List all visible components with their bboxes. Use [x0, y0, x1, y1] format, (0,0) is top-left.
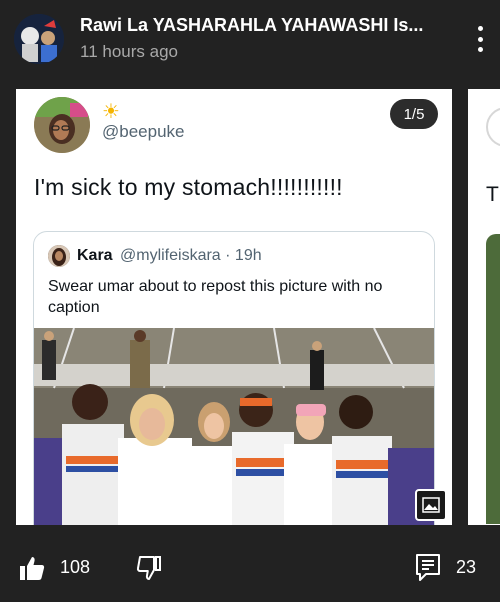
gallery-icon[interactable] [415, 489, 447, 521]
post-timestamp: 11 hours ago [80, 42, 178, 61]
sun-emoji: ☀ [102, 101, 120, 123]
like-count: 108 [60, 557, 91, 577]
post-image-card[interactable]: ☀ @beepuke 1/5 I'm sick to my stomach!!!… [16, 89, 452, 525]
more-vertical-icon[interactable] [470, 26, 490, 52]
tweet-author-avatar [34, 97, 90, 153]
quoted-handle-time: @mylifeiskara · 19h [120, 247, 262, 264]
post-header: Rawi La YASHARAHLA YAHAWASHI Is... 11 ho… [0, 0, 500, 80]
tweet-handle: @beepuke [102, 122, 185, 141]
next-image-card[interactable]: T [468, 89, 500, 525]
comment-icon[interactable] [414, 552, 442, 582]
quoted-tweet: Kara @mylifeiskara · 19h Swear umar abou… [33, 231, 435, 525]
quoted-photo [34, 328, 434, 525]
next-card-photo [486, 234, 500, 524]
thumbs-up-icon[interactable] [18, 554, 46, 582]
next-card-avatar [486, 107, 500, 147]
image-counter-badge: 1/5 [390, 99, 438, 129]
comment-count: 23 [456, 557, 477, 577]
post-actions-bar: 108 23 [0, 540, 500, 602]
next-card-text: T [486, 183, 499, 206]
quoted-author-avatar [48, 245, 70, 267]
thumbs-down-icon[interactable] [135, 554, 163, 582]
quoted-tweet-text: Swear umar about to repost this picture … [48, 278, 383, 316]
quoted-author-name: Kara [77, 247, 113, 264]
tweet-text: I'm sick to my stomach!!!!!!!!!!! [34, 174, 343, 200]
author-avatar[interactable] [14, 14, 64, 64]
author-name[interactable]: Rawi La YASHARAHLA YAHAWASHI Is... [80, 15, 445, 36]
